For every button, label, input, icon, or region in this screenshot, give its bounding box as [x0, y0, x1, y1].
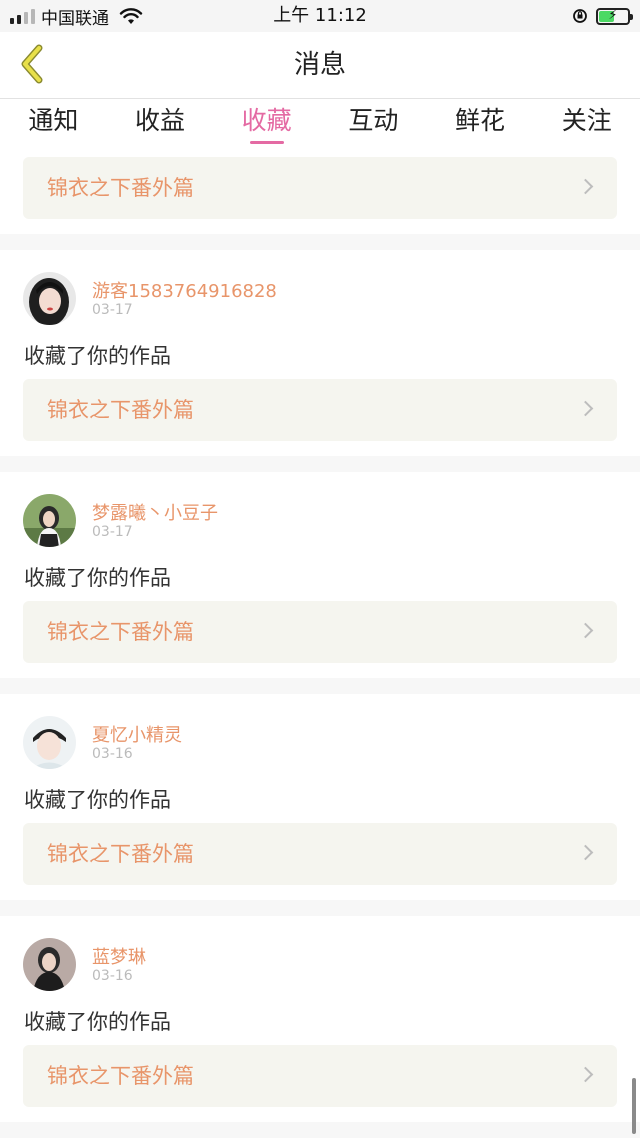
timestamp: 03-16 — [92, 746, 133, 762]
work-link[interactable]: 锦衣之下番外篇 — [23, 379, 617, 441]
timestamp: 03-17 — [92, 302, 133, 318]
status-time: 上午 11:12 — [273, 5, 367, 26]
scrollbar[interactable] — [632, 1078, 636, 1134]
avatar[interactable] — [23, 272, 76, 325]
work-title: 锦衣之下番外篇 — [47, 176, 194, 200]
chevron-right-icon — [577, 178, 594, 195]
chevron-right-icon — [577, 844, 594, 861]
work-link[interactable]: 锦衣之下番外篇 — [23, 601, 617, 663]
work-link[interactable]: 锦衣之下番外篇 — [23, 823, 617, 885]
username[interactable]: 夏忆小精灵 — [92, 721, 182, 747]
chevron-right-icon — [577, 622, 594, 639]
work-link[interactable]: 锦衣之下番外篇 — [23, 157, 617, 219]
tab-flowers[interactable]: 鲜花 — [427, 99, 534, 149]
tab-notifications[interactable]: 通知 — [0, 99, 107, 149]
card-separator — [0, 234, 640, 250]
username[interactable]: 游客1583764916828 — [92, 277, 277, 303]
card-separator — [0, 678, 640, 694]
action-text: 收藏了你的作品 — [24, 344, 171, 368]
tab-following[interactable]: 关注 — [533, 99, 640, 149]
username[interactable]: 蓝梦琳 — [92, 943, 146, 969]
active-tab-indicator — [249, 141, 284, 144]
chevron-right-icon — [577, 400, 594, 417]
tab-label: 关注 — [561, 106, 612, 135]
work-link[interactable]: 锦衣之下番外篇 — [23, 1045, 617, 1107]
nav-bar: 消息 — [0, 32, 640, 98]
tab-label: 通知 — [28, 106, 79, 135]
avatar[interactable] — [23, 938, 76, 991]
status-bar: 中国联通 上午 11:12 ⚡ — [0, 0, 640, 32]
work-title: 锦衣之下番外篇 — [47, 620, 194, 644]
work-title: 锦衣之下番外篇 — [47, 842, 194, 866]
page-title: 消息 — [293, 50, 346, 80]
action-text: 收藏了你的作品 — [24, 566, 171, 590]
tab-bar: 通知 收益 收藏 互动 鲜花 关注 — [0, 99, 640, 149]
tab-label: 鲜花 — [455, 106, 506, 135]
work-title: 锦衣之下番外篇 — [47, 1064, 194, 1088]
battery-icon: ⚡ — [596, 7, 633, 25]
card-separator — [0, 1122, 640, 1138]
avatar[interactable] — [23, 716, 76, 769]
tab-label: 收益 — [135, 106, 186, 135]
orientation-lock-icon — [573, 9, 587, 23]
avatar[interactable] — [23, 494, 76, 547]
username[interactable]: 梦露曦丶小豆子 — [92, 499, 218, 525]
timestamp: 03-17 — [92, 524, 133, 540]
tab-label: 互动 — [348, 106, 399, 135]
card-separator — [0, 900, 640, 916]
tab-favorites[interactable]: 收藏 — [213, 99, 320, 149]
action-text: 收藏了你的作品 — [24, 1010, 171, 1034]
tab-label: 收藏 — [241, 106, 292, 135]
card-separator — [0, 456, 640, 472]
work-title: 锦衣之下番外篇 — [47, 398, 194, 422]
tab-interactions[interactable]: 互动 — [320, 99, 427, 149]
tab-earnings[interactable]: 收益 — [107, 99, 214, 149]
timestamp: 03-16 — [92, 968, 133, 984]
action-text: 收藏了你的作品 — [24, 788, 171, 812]
chevron-right-icon — [577, 1066, 594, 1083]
